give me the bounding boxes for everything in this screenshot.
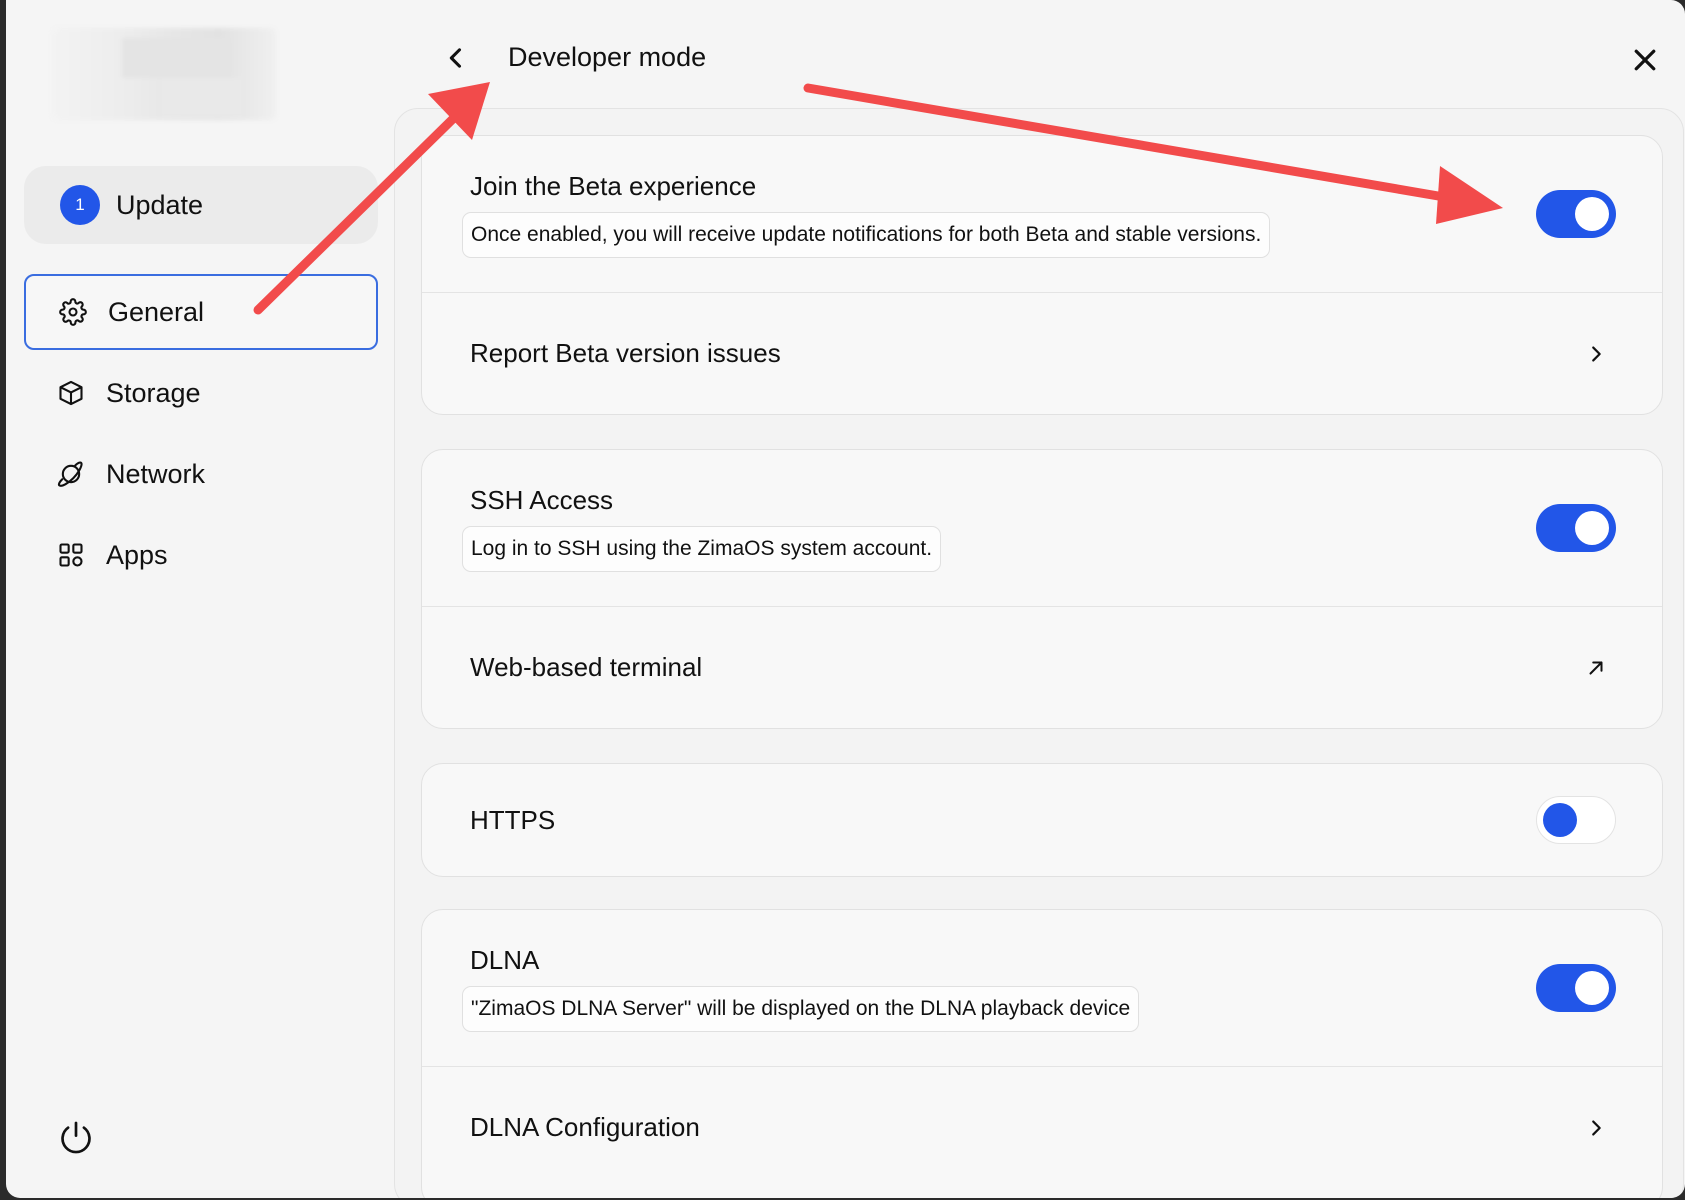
planet-icon xyxy=(56,459,86,489)
sidebar-item-network[interactable]: Network xyxy=(24,436,378,512)
row-title: DLNA xyxy=(470,944,540,975)
gear-icon xyxy=(58,297,88,327)
https-toggle[interactable] xyxy=(1536,796,1616,844)
chevron-right-icon xyxy=(1576,334,1616,374)
web-terminal-row[interactable]: Web-based terminal xyxy=(422,606,1662,728)
row-title: DLNA Configuration xyxy=(470,1112,700,1142)
update-count-badge: 1 xyxy=(60,185,100,225)
dlna-configuration-row[interactable]: DLNA Configuration xyxy=(422,1066,1662,1188)
update-label: Update xyxy=(116,189,204,220)
sidebar-item-label: Storage xyxy=(106,377,201,408)
chevron-right-icon xyxy=(1576,1108,1616,1148)
beta-card: Join the Beta experience Once enabled, y… xyxy=(421,135,1663,415)
row-title: Web-based terminal xyxy=(470,652,703,682)
page-title: Developer mode xyxy=(508,42,707,72)
blurred-logo xyxy=(52,28,276,120)
power-icon xyxy=(57,1119,95,1162)
settings-window: 1 Update General Storage Network Apps De… xyxy=(6,0,1685,1198)
https-card: HTTPS xyxy=(421,763,1663,877)
row-title: HTTPS xyxy=(470,804,556,835)
row-title: Join the Beta experience xyxy=(470,170,757,201)
ssh-access-row: SSH Access Log in to SSH using the ZimaO… xyxy=(422,450,1662,606)
close-icon xyxy=(1630,45,1660,80)
row-description: Once enabled, you will receive update no… xyxy=(462,211,1271,258)
sidebar-item-apps[interactable]: Apps xyxy=(24,517,378,593)
sidebar-item-storage[interactable]: Storage xyxy=(24,355,378,431)
row-title: Report Beta version issues xyxy=(470,338,781,368)
sidebar-item-label: Apps xyxy=(106,539,168,570)
beta-experience-row: Join the Beta experience Once enabled, y… xyxy=(422,136,1662,292)
report-beta-issues-row[interactable]: Report Beta version issues xyxy=(422,292,1662,414)
sidebar-item-label: General xyxy=(108,296,205,327)
ssh-access-toggle[interactable] xyxy=(1536,504,1616,552)
chevron-left-icon xyxy=(442,44,470,77)
external-link-icon xyxy=(1576,648,1616,688)
https-row: HTTPS xyxy=(422,764,1662,876)
update-button[interactable]: 1 Update xyxy=(24,166,378,244)
dlna-card: DLNA "ZimaOS DLNA Server" will be displa… xyxy=(421,909,1663,1198)
settings-content-panel: Join the Beta experience Once enabled, y… xyxy=(394,108,1684,1198)
cube-icon xyxy=(56,378,86,408)
sidebar: 1 Update General Storage Network Apps xyxy=(6,0,396,1198)
power-button[interactable] xyxy=(56,1120,96,1160)
dlna-row: DLNA "ZimaOS DLNA Server" will be displa… xyxy=(422,910,1662,1066)
dlna-toggle[interactable] xyxy=(1536,964,1616,1012)
close-button[interactable] xyxy=(1625,42,1665,82)
sidebar-item-general[interactable]: General xyxy=(24,274,378,350)
ssh-card: SSH Access Log in to SSH using the ZimaO… xyxy=(421,449,1663,729)
sidebar-item-label: Network xyxy=(106,458,206,489)
row-description: "ZimaOS DLNA Server" will be displayed o… xyxy=(462,985,1140,1032)
back-button[interactable] xyxy=(438,42,474,78)
row-description: Log in to SSH using the ZimaOS system ac… xyxy=(462,525,942,572)
apps-grid-icon xyxy=(56,540,86,570)
row-title: SSH Access xyxy=(470,484,614,515)
beta-experience-toggle[interactable] xyxy=(1536,190,1616,238)
